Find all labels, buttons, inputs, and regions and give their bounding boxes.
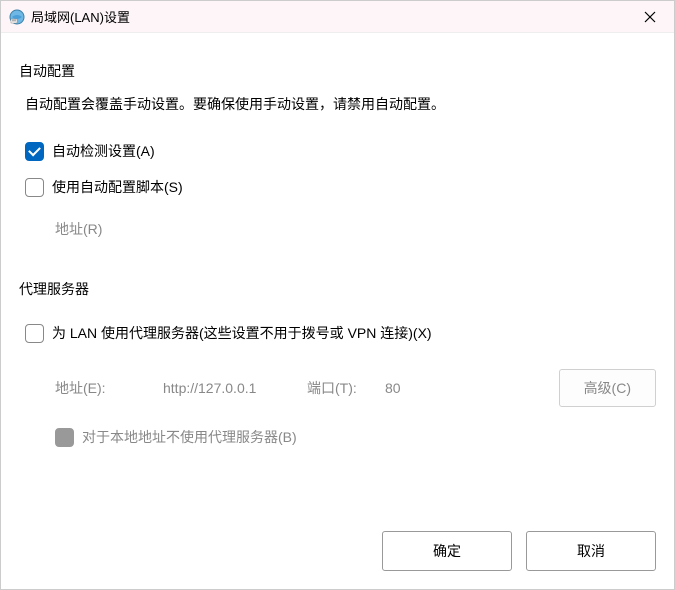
ok-button[interactable]: 确定 (382, 531, 512, 571)
proxy-address-row: 地址(E): 端口(T): 高级(C) (55, 369, 656, 407)
use-proxy-row[interactable]: 为 LAN 使用代理服务器(这些设置不用于拨号或 VPN 连接)(X) (25, 323, 656, 343)
proxy-port-label: 端口(T): (307, 378, 377, 398)
use-script-row[interactable]: 使用自动配置脚本(S) (25, 177, 656, 197)
app-icon (9, 9, 25, 25)
use-script-label: 使用自动配置脚本(S) (52, 177, 183, 197)
button-bar: 确定 取消 (1, 515, 674, 589)
dialog-content: 自动配置 自动配置会覆盖手动设置。要确保使用手动设置，请禁用自动配置。 自动检测… (1, 33, 674, 515)
close-icon (644, 11, 656, 23)
auto-detect-label: 自动检测设置(A) (52, 141, 155, 161)
advanced-button: 高级(C) (559, 369, 656, 407)
lan-settings-dialog: 局域网(LAN)设置 自动配置 自动配置会覆盖手动设置。要确保使用手动设置，请禁… (0, 0, 675, 590)
spacer (19, 455, 656, 515)
script-address-row: 地址(R) (55, 217, 656, 241)
proxy-address-input (161, 376, 301, 400)
bypass-local-row: 对于本地地址不使用代理服务器(B) (55, 427, 656, 447)
bypass-local-checkbox (55, 428, 74, 447)
cancel-button[interactable]: 取消 (526, 531, 656, 571)
use-proxy-label: 为 LAN 使用代理服务器(这些设置不用于拨号或 VPN 连接)(X) (52, 323, 432, 343)
proxy-port-input (383, 376, 453, 400)
auto-config-description: 自动配置会覆盖手动设置。要确保使用手动设置，请禁用自动配置。 (25, 93, 656, 115)
proxy-group-label: 代理服务器 (19, 279, 656, 299)
script-address-label: 地址(R) (55, 219, 155, 239)
use-script-checkbox[interactable] (25, 178, 44, 197)
auto-detect-row[interactable]: 自动检测设置(A) (25, 141, 656, 161)
close-button[interactable] (628, 2, 672, 32)
auto-config-group-label: 自动配置 (19, 61, 656, 81)
proxy-address-label: 地址(E): (55, 378, 155, 398)
auto-detect-checkbox[interactable] (25, 142, 44, 161)
bypass-local-label: 对于本地地址不使用代理服务器(B) (82, 427, 297, 447)
titlebar: 局域网(LAN)设置 (1, 1, 674, 33)
dialog-title: 局域网(LAN)设置 (31, 7, 628, 26)
script-address-input (155, 217, 295, 241)
use-proxy-checkbox[interactable] (25, 324, 44, 343)
